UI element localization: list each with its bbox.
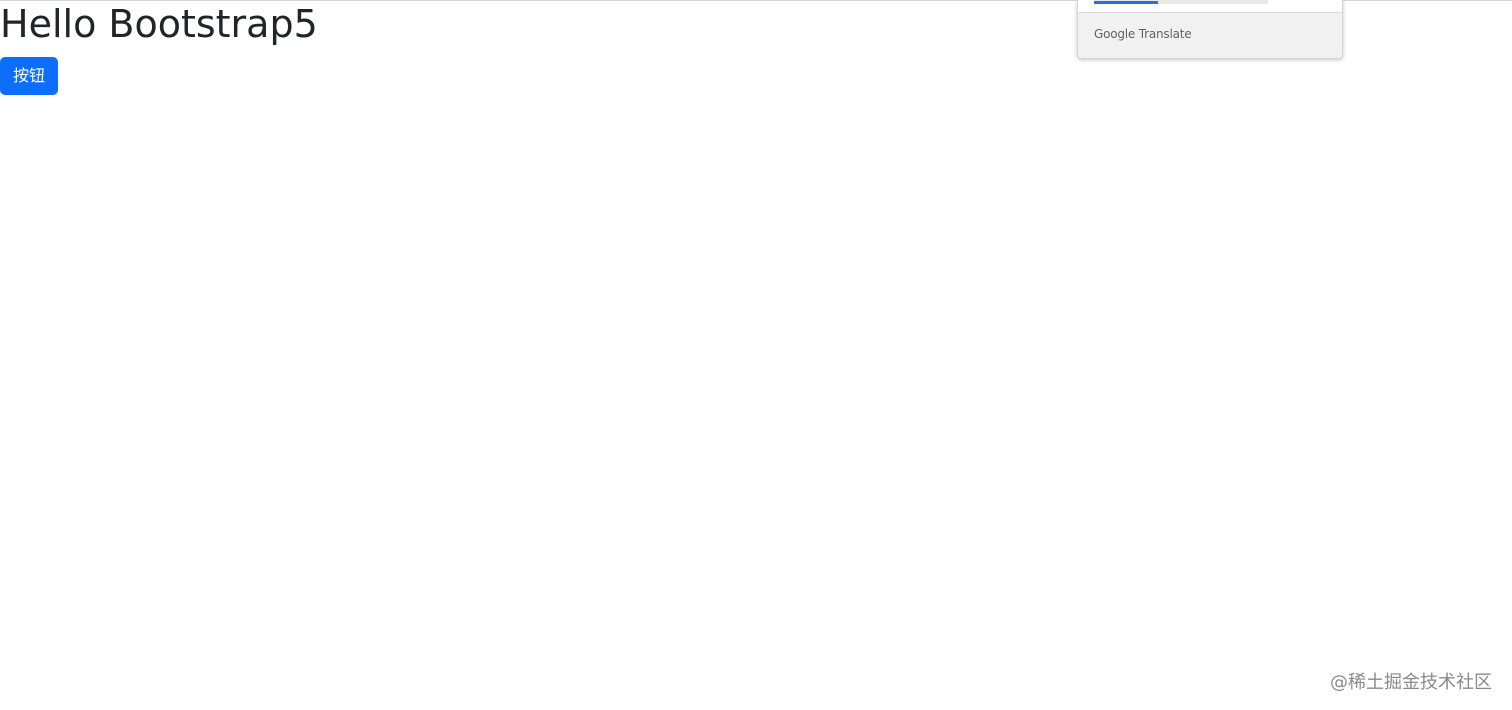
page-title: Hello Bootstrap5: [0, 2, 318, 46]
primary-button[interactable]: 按钮: [0, 57, 58, 95]
watermark: @稀土掘金技术社区: [1330, 672, 1492, 693]
google-translate-popup: Google Translate: [1077, 0, 1343, 59]
translate-footer: Google Translate: [1078, 12, 1342, 58]
google-translate-logo: Google Translate: [1094, 27, 1192, 41]
translate-active-tab-indicator: [1094, 1, 1158, 4]
translate-tab-bar[interactable]: [1094, 0, 1268, 4]
page: Hello Bootstrap5 按钮 Google Translate @稀土…: [0, 0, 1512, 710]
